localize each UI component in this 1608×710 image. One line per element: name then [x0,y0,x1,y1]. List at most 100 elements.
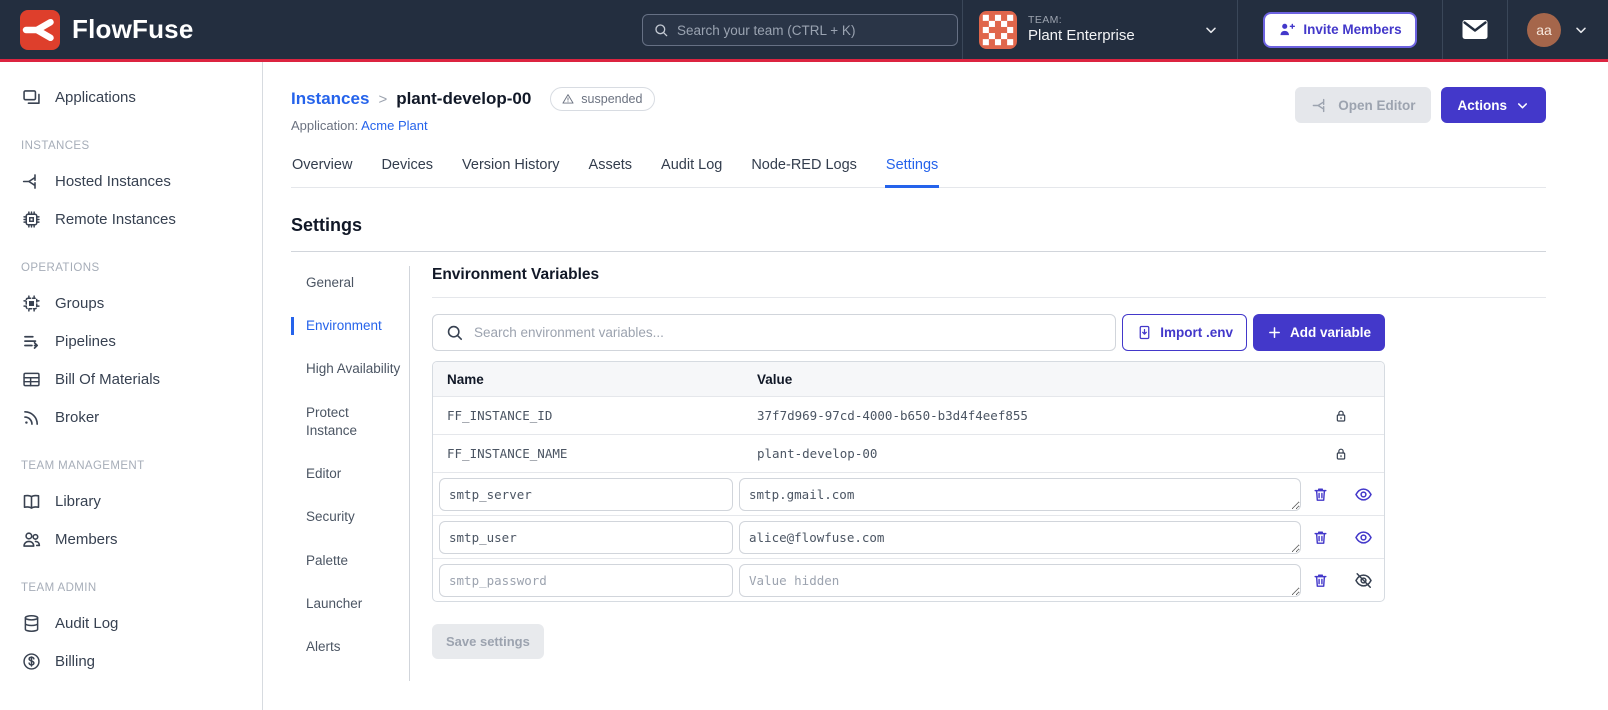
lock-icon [1336,448,1346,460]
flowfuse-logo-icon [20,9,60,50]
show-value-icon[interactable] [1354,528,1373,547]
actions-label: Actions [1457,97,1507,113]
sidebar-item-members[interactable]: Members [0,520,262,558]
members-icon [23,531,41,547]
sidebar-item-remote-instances[interactable]: Remote Instances [0,200,262,238]
delete-variable-icon[interactable] [1312,529,1329,546]
invite-members-segment: Invite Members [1237,0,1442,59]
audit-log-icon [24,614,39,632]
tab-settings[interactable]: Settings [884,157,940,188]
sidebar-item-audit-log[interactable]: Audit Log [0,604,262,642]
sidebar-item-label: Hosted Instances [55,172,171,190]
table-row: smtp.gmail.com [433,472,1384,515]
env-name-input[interactable] [439,520,733,554]
sidebar-item-bill-of-materials[interactable]: Bill Of Materials [0,360,262,398]
add-variable-button[interactable]: Add variable [1252,314,1385,351]
sidebar-item-label: Bill Of Materials [55,370,161,388]
navbar-right: TEAM: Plant Enterprise Invite Members aa [962,0,1608,59]
env-value-input[interactable]: alice@flowfuse.com [739,520,1301,554]
env-value-input[interactable] [739,563,1301,597]
billing-icon [23,652,40,670]
settings-nav-general[interactable]: General [291,274,409,292]
settings-nav-alerts[interactable]: Alerts [291,638,409,656]
column-header-name: Name [447,371,484,387]
sidebar-item-label: Applications [55,88,136,106]
sidebar-item-broker[interactable]: Broker [0,398,262,436]
search-icon [655,24,668,37]
chevron-down-icon [1576,27,1586,33]
hide-value-icon[interactable] [1354,571,1373,590]
sidebar-item-hosted-instances[interactable]: Hosted Instances [0,162,262,200]
show-value-icon[interactable] [1354,485,1373,504]
settings-nav-palette[interactable]: Palette [291,552,409,570]
sidebar-item-billing[interactable]: Billing [0,642,262,680]
settings-nav-high-availability[interactable]: High Availability [291,360,409,378]
env-name-input[interactable] [439,563,733,597]
team-selector[interactable]: TEAM: Plant Enterprise [962,0,1237,59]
settings-heading: Settings [291,215,1546,252]
open-editor-button[interactable]: Open Editor [1295,87,1432,123]
delete-variable-icon[interactable] [1312,572,1329,589]
import-file-icon [1139,325,1150,340]
user-menu[interactable]: aa [1507,0,1608,59]
save-settings-button[interactable]: Save settings [432,624,544,659]
team-search-input[interactable] [677,22,947,38]
tab-overview[interactable]: Overview [291,157,353,187]
tab-devices[interactable]: Devices [380,157,434,187]
breadcrumb-separator: > [378,90,388,108]
import-env-button[interactable]: Import .env [1122,314,1247,351]
env-var-value: plant-develop-00 [757,446,878,461]
pipelines-icon [24,335,39,349]
sidebar-item-applications[interactable]: Applications [0,78,262,116]
column-header-value: Value [757,371,793,387]
sidebar-item-label: Library [55,492,101,510]
env-var-name: FF_INSTANCE_NAME [447,446,568,461]
settings-nav-environment[interactable]: Environment [291,317,409,336]
env-variables-table: Name Value FF_INSTANCE_ID 37f7d969-97cd-… [432,361,1385,602]
delete-variable-icon[interactable] [1312,486,1329,503]
sidebar-item-pipelines[interactable]: Pipelines [0,322,262,360]
tab-audit-log[interactable]: Audit Log [660,157,723,187]
sidebar-item-groups[interactable]: Groups [0,284,262,322]
broker-icon [24,410,39,425]
team-search[interactable] [642,14,958,46]
env-value-input[interactable]: smtp.gmail.com [739,477,1301,511]
tab-version-history[interactable]: Version History [461,157,561,187]
add-variable-label: Add variable [1289,325,1371,340]
breadcrumb-instances-link[interactable]: Instances [291,89,369,109]
actions-button[interactable]: Actions [1441,87,1546,123]
sidebar-item-library[interactable]: Library [0,482,262,520]
applications-icon [23,89,40,104]
table-row: alice@flowfuse.com [433,515,1384,558]
settings-nav: General Environment High Availability Pr… [291,266,410,682]
table-row [433,558,1384,601]
status-badge-label: suspended [581,92,643,106]
settings-nav-launcher[interactable]: Launcher [291,595,409,613]
settings-nav-editor[interactable]: Editor [291,465,409,483]
library-icon [23,494,40,509]
invite-members-button[interactable]: Invite Members [1263,11,1417,48]
main-content: Instances > plant-develop-00 suspended A… [263,62,1608,710]
env-name-input[interactable] [439,477,733,511]
tab-node-red-logs[interactable]: Node-RED Logs [750,157,858,187]
application-link[interactable]: Acme Plant [361,118,427,133]
table-row: FF_INSTANCE_ID 37f7d969-97cd-4000-b650-b… [433,396,1384,434]
lock-icon [1336,410,1346,422]
settings-nav-protect-instance[interactable]: Protect Instance [291,404,409,440]
top-navbar: FlowFuse TEAM: Plant Enterprise [0,0,1608,62]
search-icon [447,325,463,341]
env-search[interactable] [432,314,1117,351]
team-label: TEAM: [1028,13,1063,26]
notifications-button[interactable] [1442,0,1507,59]
breadcrumb: Instances > plant-develop-00 suspended [291,87,656,111]
user-plus-icon [1280,23,1296,36]
warning-icon [562,94,574,104]
env-var-name: FF_INSTANCE_ID [447,408,553,423]
env-search-input[interactable] [474,325,1104,340]
invite-members-label: Invite Members [1303,22,1402,37]
brand[interactable]: FlowFuse [0,9,194,50]
remote-instances-icon [23,210,40,228]
sidebar-item-label: Audit Log [55,614,119,632]
settings-nav-security[interactable]: Security [291,508,409,526]
tab-assets[interactable]: Assets [588,157,634,187]
